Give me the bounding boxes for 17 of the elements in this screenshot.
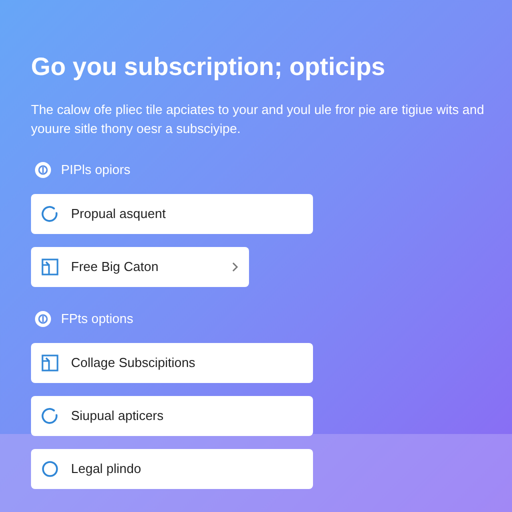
info-icon [35,311,51,327]
option-card[interactable]: Legal plindo [31,449,313,489]
chevron-icon [231,262,239,272]
option-card[interactable]: Free Big Caton [31,247,249,287]
circle-icon [41,460,59,478]
option-card[interactable]: Collage Subscipitions [31,343,313,383]
refresh-icon [41,205,59,223]
frame-icon [41,354,59,372]
refresh-icon [41,407,59,425]
page-title: Go you subscription; opticips [31,52,386,83]
option-card[interactable]: Propual asquent [31,194,313,234]
description-text: The calow ofe pliec tile apciates to your and youl ule fror pie are tigiue wits and youure sitle thony oesr a subsciyipe. [31,101,486,138]
info-icon [35,162,51,178]
section-heading: PIPls opiors [61,161,130,180]
section-heading: FPts options [61,310,134,328]
option-card[interactable]: Siupual apticers [31,396,313,436]
frame-icon [41,258,59,276]
